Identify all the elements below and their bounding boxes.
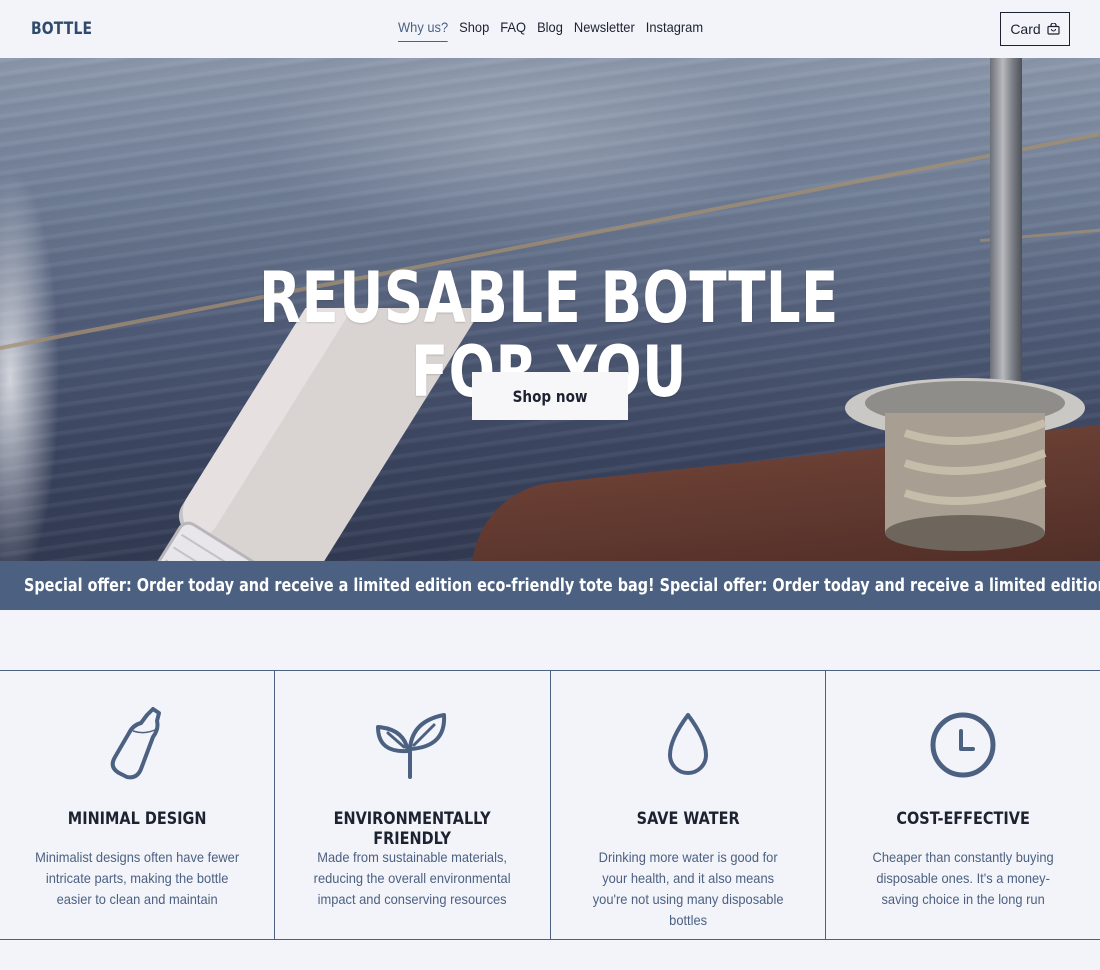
special-offer-text: Special offer: Order today and receive a… — [24, 575, 1100, 596]
features-section: MINIMAL DESIGN Minimalist designs often … — [0, 670, 1100, 940]
nav-shop[interactable]: Shop — [459, 19, 489, 42]
nav-blog[interactable]: Blog — [537, 19, 563, 42]
main-nav: Why us? Shop FAQ Blog Newsletter Instagr… — [398, 19, 703, 42]
cart-label: Card — [1010, 21, 1041, 37]
shopping-bag-icon — [1047, 23, 1060, 35]
feature-title: ENVIRONMENTALLY FRIENDLY — [333, 809, 491, 849]
feature-description: Drinking more water is good for your hea… — [592, 849, 784, 928]
nav-why-us[interactable]: Why us? — [398, 19, 449, 42]
feature-description: Cheaper than constantly buying disposabl… — [872, 849, 1054, 907]
cart-button[interactable]: Card — [1000, 12, 1070, 46]
clock-icon — [930, 712, 996, 778]
feature-description: Made from sustainable materials, reducin… — [313, 849, 511, 907]
special-offer-banner: Special offer: Order today and receive a… — [0, 561, 1100, 610]
bottle-icon — [110, 707, 162, 780]
feature-minimal-design: MINIMAL DESIGN Minimalist designs often … — [0, 671, 276, 939]
feature-title: SAVE WATER — [636, 809, 740, 829]
shop-now-button[interactable]: Shop now — [472, 372, 628, 420]
nav-instagram[interactable]: Instagram — [646, 19, 703, 42]
feature-cost-effective: COST-EFFECTIVE Cheaper than constantly b… — [826, 671, 1100, 939]
nav-newsletter[interactable]: Newsletter — [574, 19, 635, 42]
feature-description: Minimalist designs often have fewer intr… — [35, 849, 240, 907]
site-header: BOTTLE Why us? Shop FAQ Blog Newsletter … — [0, 0, 1100, 58]
hero-light-glare — [0, 168, 60, 561]
hero-section: REUSABLE BOTTLE FOR YOU Shop now — [0, 58, 1100, 561]
feature-save-water: SAVE WATER Drinking more water is good f… — [551, 671, 826, 939]
water-drop-icon — [667, 713, 708, 775]
leaf-icon — [376, 713, 447, 779]
feature-environmentally-friendly: ENVIRONMENTALLY FRIENDLY Made from susta… — [275, 671, 551, 939]
feature-title: COST-EFFECTIVE — [896, 809, 1030, 829]
nav-faq[interactable]: FAQ — [500, 19, 526, 42]
hero-pole — [990, 58, 1022, 388]
hero-title-line-1: REUSABLE BOTTLE — [259, 257, 839, 339]
feature-title: MINIMAL DESIGN — [67, 809, 207, 829]
shop-now-label: Shop now — [512, 386, 588, 406]
logo[interactable]: BOTTLE — [31, 19, 92, 39]
